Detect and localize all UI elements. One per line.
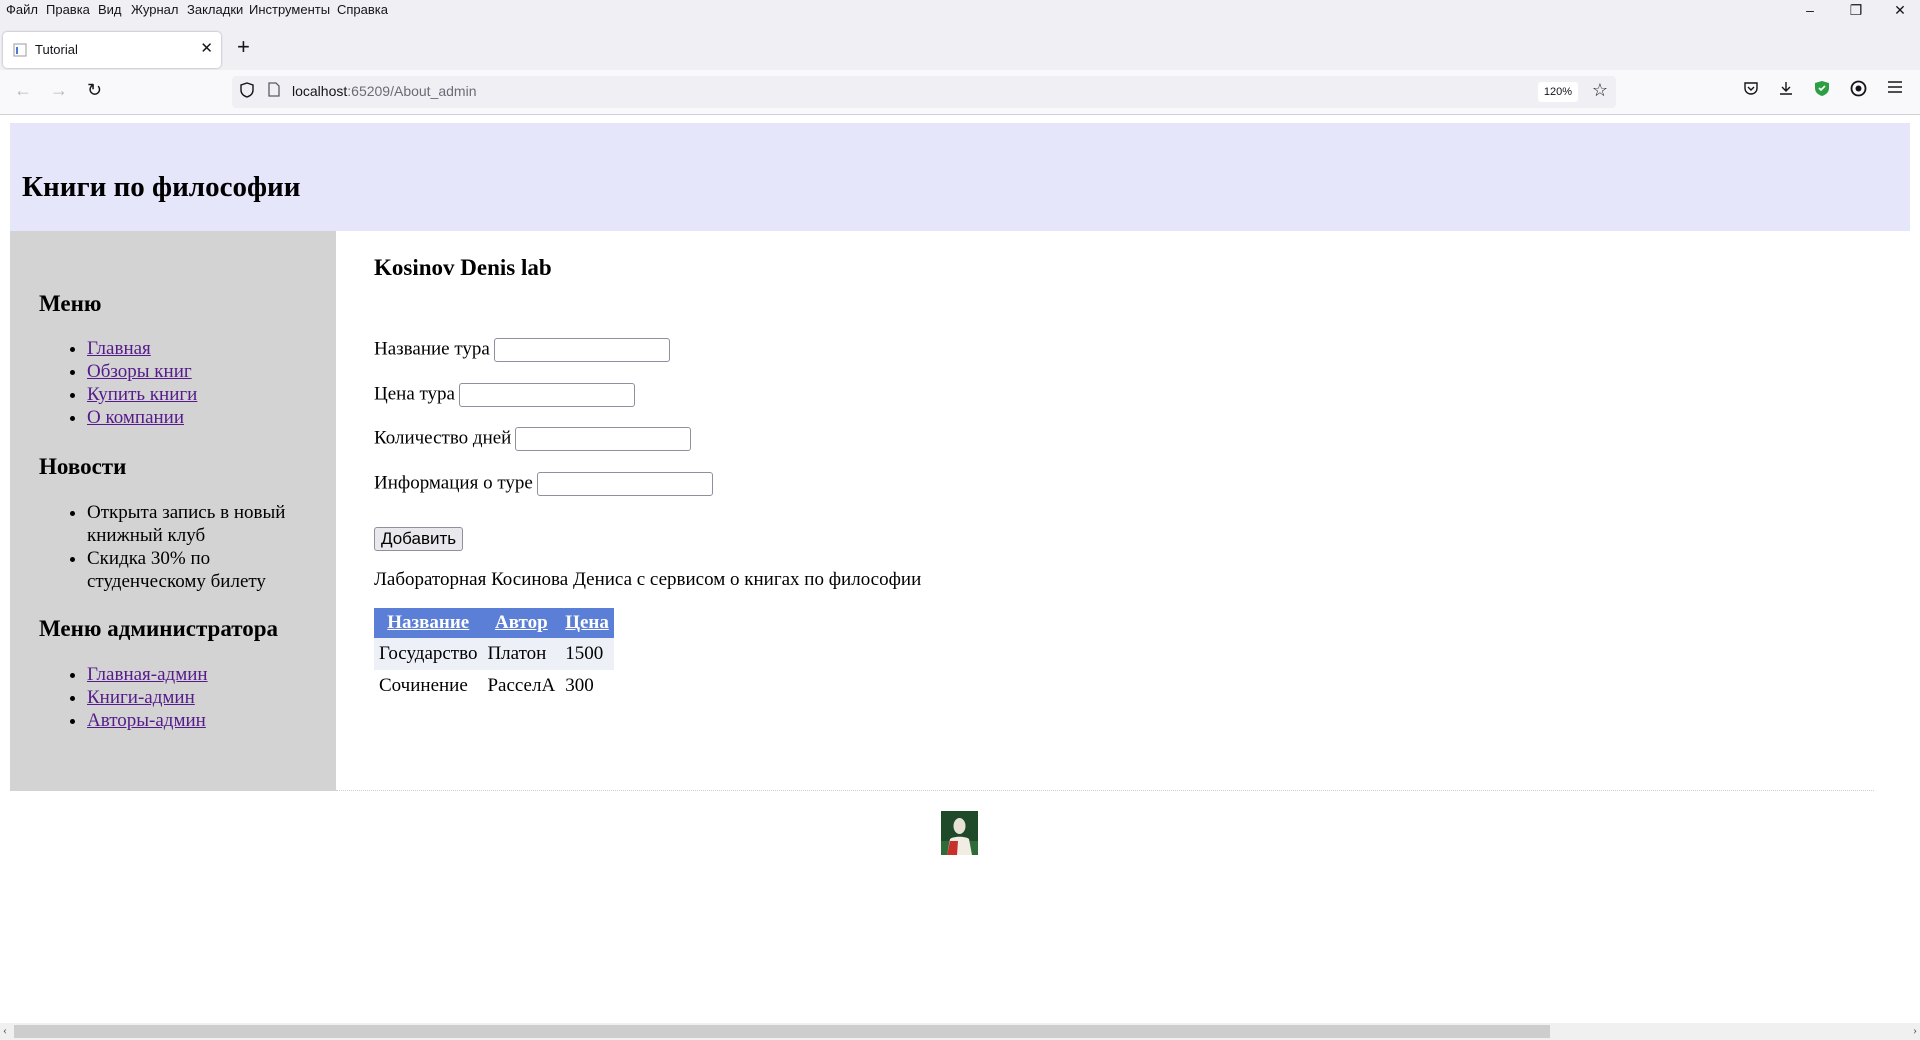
tab-title: Tutorial xyxy=(35,42,78,57)
extension-icon[interactable] xyxy=(1850,80,1867,102)
link-reviews[interactable]: Обзоры книг xyxy=(87,361,192,382)
table-cell: 300 xyxy=(560,670,614,702)
scrollbar-thumb[interactable] xyxy=(14,1025,1550,1038)
menu-list-item: Купить книги xyxy=(87,383,307,406)
menu-list-item: Обзоры книг xyxy=(87,360,307,383)
tour-price-label: Цена тура xyxy=(374,383,455,405)
tracking-protection-shield-icon[interactable] xyxy=(240,82,254,98)
table-cell: 1500 xyxy=(560,638,614,670)
url-text[interactable]: localhost:65209/About_admin xyxy=(292,83,476,99)
sidebar: Меню Главная Обзоры книг Купить книги О … xyxy=(10,231,336,791)
pocket-icon[interactable] xyxy=(1743,80,1759,101)
news-item: Скидка 30% по студенческому билету xyxy=(87,547,307,593)
books-table: Название Автор Цена Государство Платон 1… xyxy=(374,608,614,702)
admin-list-item: Книги-админ xyxy=(87,686,307,709)
scroll-left-icon[interactable]: ‹ xyxy=(3,1023,7,1038)
menu-list-item: Главная xyxy=(87,337,307,360)
column-header: Название xyxy=(374,608,483,638)
site-header: Книги по философии xyxy=(10,123,1910,231)
back-icon[interactable]: ← xyxy=(14,80,32,101)
downloads-icon[interactable] xyxy=(1778,80,1794,101)
menu-history[interactable]: Журнал xyxy=(131,2,178,17)
sort-by-price-link[interactable]: Цена xyxy=(565,612,609,633)
tab-tutorial[interactable]: Tutorial ✕ xyxy=(3,32,221,68)
page-info-icon[interactable] xyxy=(268,82,280,97)
address-bar[interactable]: localhost:65209/About_admin 120% ☆ xyxy=(232,76,1616,108)
table-cell: Платон xyxy=(482,638,561,670)
horizontal-scrollbar[interactable]: ‹ › xyxy=(0,1023,1920,1040)
add-button[interactable]: Добавить xyxy=(374,527,464,551)
admin-menu-list: Главная-админ Книги-админ Авторы-админ xyxy=(39,663,307,732)
menu-edit[interactable]: Правка xyxy=(46,2,90,17)
adblock-shield-icon[interactable] xyxy=(1814,80,1830,102)
footer-divider xyxy=(336,790,1874,791)
menu-list: Главная Обзоры книг Купить книги О компа… xyxy=(39,337,307,429)
tab-close-icon[interactable]: ✕ xyxy=(200,39,213,57)
menu-help[interactable]: Справка xyxy=(337,2,388,17)
news-item: Открыта запись в новый книжный клуб xyxy=(87,501,307,547)
sort-by-author-link[interactable]: Автор xyxy=(495,612,548,633)
table-cell: Государство xyxy=(374,638,483,670)
tour-days-input[interactable] xyxy=(515,427,692,451)
link-admin-authors[interactable]: Авторы-админ xyxy=(87,710,206,731)
table-cell: Сочинение xyxy=(374,670,483,702)
tour-name-label: Название тура xyxy=(374,338,490,360)
restore-button[interactable]: ❐ xyxy=(1838,2,1874,19)
menu-heading: Меню xyxy=(39,291,102,316)
tour-name-input[interactable] xyxy=(493,338,670,362)
link-home[interactable]: Главная xyxy=(87,338,151,359)
navigation-toolbar: ← → ↻ localhost:65209/About_admin 120% ☆ xyxy=(0,70,1920,115)
menu-bookmarks[interactable]: Закладки xyxy=(187,2,243,17)
menu-tools[interactable]: Инструменты xyxy=(249,2,330,17)
bookmark-star-icon[interactable]: ☆ xyxy=(1592,80,1608,101)
menu-file[interactable]: Файл xyxy=(6,2,38,17)
table-row: Государство Платон 1500 xyxy=(374,638,614,670)
admin-list-item: Авторы-админ xyxy=(87,709,307,732)
tour-info-label: Информация о туре xyxy=(374,472,533,494)
lab-description: Лабораторная Косинова Дениса с сервисом … xyxy=(374,569,922,590)
news-heading: Новости xyxy=(39,454,127,479)
site-title: Книги по философии xyxy=(22,171,301,203)
forward-icon[interactable]: → xyxy=(50,80,68,101)
tab-strip: Tutorial ✕ + xyxy=(0,22,1920,70)
table-header-row: Название Автор Цена xyxy=(374,608,614,638)
scroll-right-icon[interactable]: › xyxy=(1913,1023,1917,1038)
tour-price-row: Цена тура xyxy=(374,383,635,407)
table-cell: РасселА xyxy=(482,670,561,702)
browser-menubar: Файл Правка Вид Журнал Закладки Инструме… xyxy=(0,0,1920,22)
hamburger-menu-icon[interactable] xyxy=(1887,80,1903,99)
link-admin-books[interactable]: Книги-админ xyxy=(87,687,195,708)
reload-icon[interactable]: ↻ xyxy=(87,80,102,101)
page-favicon-icon xyxy=(13,43,27,57)
tour-info-input[interactable] xyxy=(536,472,713,496)
column-header: Автор xyxy=(482,608,561,638)
link-buy-books[interactable]: Купить книги xyxy=(87,384,197,405)
tour-days-row: Количество дней xyxy=(374,427,692,451)
link-about[interactable]: О компании xyxy=(87,407,184,428)
footer-painting-image xyxy=(941,811,978,855)
minimize-button[interactable]: – xyxy=(1792,2,1828,18)
column-header: Цена xyxy=(560,608,614,638)
new-tab-icon[interactable]: + xyxy=(237,34,250,60)
menu-list-item: О компании xyxy=(87,406,307,429)
link-admin-home[interactable]: Главная-админ xyxy=(87,664,208,685)
web-page: Книги по философии Меню Главная Обзоры к… xyxy=(0,115,1920,1040)
close-window-button[interactable]: ✕ xyxy=(1882,2,1918,19)
news-list: Открыта запись в новый книжный клуб Скид… xyxy=(39,501,307,593)
table-row: Сочинение РасселА 300 xyxy=(374,670,614,702)
admin-menu-heading: Меню администратора xyxy=(39,616,279,641)
tour-price-input[interactable] xyxy=(459,383,635,407)
admin-list-item: Главная-админ xyxy=(87,663,307,686)
tour-days-label: Количество дней xyxy=(374,427,512,449)
lab-title: Kosinov Denis lab xyxy=(374,255,552,280)
zoom-indicator[interactable]: 120% xyxy=(1537,82,1578,102)
tour-name-row: Название тура xyxy=(374,338,670,362)
tour-info-row: Информация о туре xyxy=(374,472,713,496)
menu-view[interactable]: Вид xyxy=(98,2,122,17)
sort-by-title-link[interactable]: Название xyxy=(387,612,469,633)
